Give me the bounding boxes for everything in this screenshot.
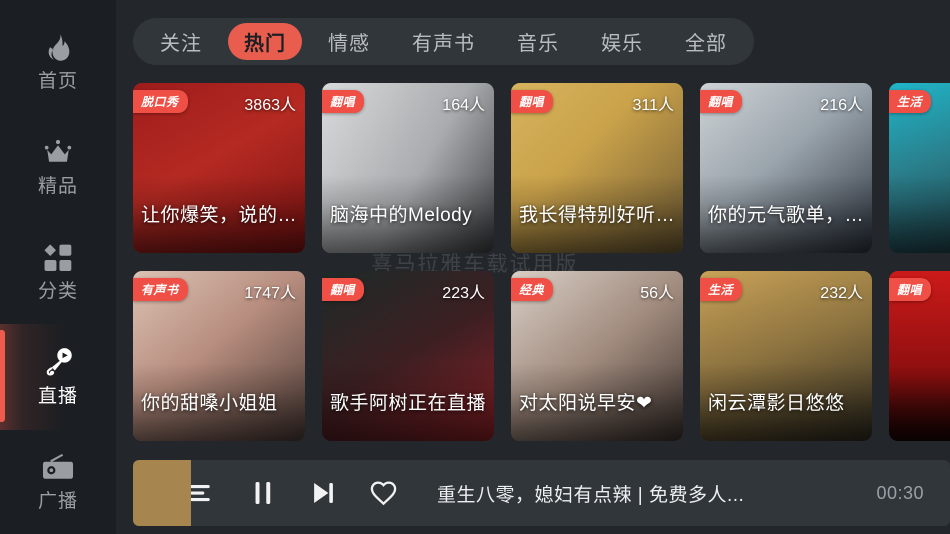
live-room-row: 有声书 1747人 你的甜嗓小姐姐 翻唱 223人 歌手阿树正在直播 经典 56… xyxy=(133,271,950,441)
card-category-badge: 翻唱 xyxy=(322,90,365,113)
card-category-badge: 生活 xyxy=(700,278,743,301)
like-button[interactable] xyxy=(353,460,413,526)
heart-icon xyxy=(369,479,398,508)
card-title: 你的甜嗓小姐姐 xyxy=(141,393,278,414)
pause-icon xyxy=(249,479,277,507)
sidebar-item-label: 广播 xyxy=(37,491,78,513)
player-cover-art[interactable] xyxy=(133,460,191,526)
card-title: 你的元气歌单，治... xyxy=(708,205,866,226)
card-title: 脑海中的Melody xyxy=(330,205,473,226)
card-category-badge: 有声书 xyxy=(133,278,188,301)
tab-entertainment[interactable]: 娱乐 xyxy=(585,23,659,60)
card-category-badge: 脱口秀 xyxy=(133,90,188,113)
live-room-grid: 脱口秀 3863人 让你爆笑，说的都... 翻唱 164人 脑海中的Melody… xyxy=(133,83,950,446)
sidebar: 首页 精品 分类 直播 广播 xyxy=(0,0,116,534)
card-viewer-count: 56人 xyxy=(640,285,674,302)
card-viewer-count: 311人 xyxy=(632,97,674,114)
sidebar-item-home[interactable]: 首页 xyxy=(0,8,116,113)
card-category-badge: 翻唱 xyxy=(511,90,554,113)
card-category-badge: 翻唱 xyxy=(322,278,365,301)
flame-icon xyxy=(41,31,75,65)
sidebar-item-category[interactable]: 分类 xyxy=(0,218,116,323)
grid-icon xyxy=(41,241,75,275)
live-room-card[interactable]: 翻唱 164人 脑海中的Melody xyxy=(322,83,494,253)
sidebar-item-label: 首页 xyxy=(37,70,78,92)
card-title: 歌手阿树正在直播 xyxy=(330,393,487,414)
sidebar-item-live[interactable]: 直播 xyxy=(0,323,116,430)
tab-all[interactable]: 全部 xyxy=(669,23,743,60)
category-tab-bar: 关注 热门 情感 有声书 音乐 娱乐 全部 xyxy=(133,18,754,65)
sidebar-item-label: 直播 xyxy=(37,386,78,408)
live-room-card-partial[interactable]: 翻唱 xyxy=(889,271,950,441)
radio-icon xyxy=(41,451,75,485)
next-track-icon xyxy=(309,479,337,507)
tab-audiobook[interactable]: 有声书 xyxy=(396,23,491,60)
player-track-title: 重生八零，媳妇有点辣 | 免费多人... xyxy=(437,484,745,506)
microphone-play-icon xyxy=(41,346,75,380)
card-category-badge: 翻唱 xyxy=(700,90,743,113)
sidebar-item-label: 精品 xyxy=(37,175,78,197)
card-gradient-overlay xyxy=(889,363,950,441)
live-room-card[interactable]: 翻唱 216人 你的元气歌单，治... xyxy=(700,83,872,253)
tab-follow[interactable]: 关注 xyxy=(144,23,218,60)
card-category-badge: 生活 xyxy=(889,90,932,113)
card-viewer-count: 1747人 xyxy=(244,285,296,302)
tab-music[interactable]: 音乐 xyxy=(501,23,575,60)
live-room-card[interactable]: 有声书 1747人 你的甜嗓小姐姐 xyxy=(133,271,305,441)
sidebar-item-premium[interactable]: 精品 xyxy=(0,113,116,218)
crown-icon xyxy=(41,136,75,170)
card-viewer-count: 216人 xyxy=(820,97,863,114)
pause-button[interactable] xyxy=(233,460,293,526)
tab-emotion[interactable]: 情感 xyxy=(312,23,386,60)
live-room-card-partial[interactable]: 生活 xyxy=(889,83,950,253)
card-viewer-count: 232人 xyxy=(820,285,863,302)
tab-hot[interactable]: 热门 xyxy=(228,23,302,60)
card-gradient-overlay xyxy=(889,175,950,253)
live-room-card[interactable]: 脱口秀 3863人 让你爆笑，说的都... xyxy=(133,83,305,253)
sidebar-item-label: 分类 xyxy=(37,281,78,302)
live-room-card[interactable]: 生活 232人 闲云潭影日悠悠 xyxy=(700,271,872,441)
card-title: 闲云潭影日悠悠 xyxy=(708,393,845,414)
player-time: 00:30 xyxy=(876,482,924,503)
next-track-button[interactable] xyxy=(293,460,353,526)
card-title: 让你爆笑，说的都... xyxy=(141,205,299,226)
card-title: 对太阳说早安❤ xyxy=(519,393,653,414)
card-viewer-count: 223人 xyxy=(442,285,485,302)
live-room-card[interactable]: 经典 56人 对太阳说早安❤ xyxy=(511,271,683,441)
card-viewer-count: 164人 xyxy=(442,97,485,114)
live-room-card[interactable]: 翻唱 223人 歌手阿树正在直播 xyxy=(322,271,494,441)
card-title: 我长得特别好听 ☒ xyxy=(519,205,677,226)
live-room-card[interactable]: 翻唱 311人 我长得特别好听 ☒ xyxy=(511,83,683,253)
player-bar: 重生八零，媳妇有点辣 | 免费多人... 00:30 xyxy=(133,460,950,526)
sidebar-item-broadcast[interactable]: 广播 xyxy=(0,429,116,534)
live-home-screen: 首页 精品 分类 直播 广播 关注 热门 情感 有声书 音乐 娱乐 全部 喜马拉… xyxy=(0,0,950,534)
card-category-badge: 经典 xyxy=(511,278,554,301)
live-room-row: 脱口秀 3863人 让你爆笑，说的都... 翻唱 164人 脑海中的Melody… xyxy=(133,83,950,253)
card-viewer-count: 3863人 xyxy=(244,97,296,114)
card-category-badge: 翻唱 xyxy=(889,278,932,301)
